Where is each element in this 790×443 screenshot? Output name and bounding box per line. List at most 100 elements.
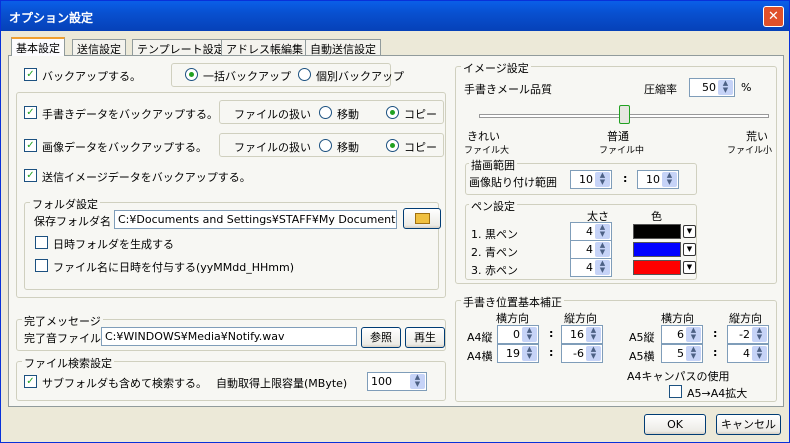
spin-arrows-icon[interactable]: ▲ ▼ bbox=[595, 242, 610, 257]
handwrite-copy-label: コピー bbox=[404, 108, 437, 121]
spin-arrows-icon[interactable]: ▲ ▼ bbox=[522, 346, 537, 361]
a5h-y-value: 4 bbox=[743, 347, 750, 360]
savefolder-input[interactable]: C:¥Documents and Settings¥STAFF¥My Docum… bbox=[114, 210, 397, 229]
spin-arrows-icon[interactable]: ▲ ▼ bbox=[686, 327, 701, 342]
tab-basic[interactable]: 基本設定 bbox=[11, 37, 65, 56]
spin-arrows-icon[interactable]: ▲ ▼ bbox=[410, 374, 425, 389]
a4v-y-value: 16 bbox=[570, 328, 584, 341]
tab-panel: ✓ バックアップする。 一括バックアップ 個別バックアップ ✓ 手書きデータをバ… bbox=[8, 55, 784, 407]
radio-each-backup[interactable] bbox=[298, 68, 311, 81]
close-button[interactable]: ✕ bbox=[763, 6, 784, 27]
image-handling-label: ファイルの扱い bbox=[234, 141, 311, 154]
a5v-label: A5縦 bbox=[629, 331, 655, 344]
a4v-y-spinner[interactable]: 16 ▲ ▼ bbox=[561, 325, 603, 344]
pen-black-label: 1. 黒ペン bbox=[471, 228, 518, 241]
sendimage-checkbox[interactable]: ✓ bbox=[24, 169, 37, 182]
cancel-button[interactable]: キャンセル bbox=[716, 414, 781, 435]
tab-template[interactable]: テンプレート設定 bbox=[132, 39, 230, 56]
pen-black-swatch[interactable] bbox=[633, 224, 681, 239]
ratio-label: 圧縮率 bbox=[644, 83, 677, 96]
image-copy-radio[interactable] bbox=[386, 139, 399, 152]
a4v-label: A4縦 bbox=[467, 331, 493, 344]
paste-spinner-1[interactable]: 10 ▲ ▼ bbox=[570, 170, 612, 189]
spin-arrows-icon[interactable]: ▲ ▼ bbox=[752, 346, 767, 361]
spin-arrows-icon[interactable]: ▲ ▼ bbox=[586, 346, 601, 361]
canvas-label: A4キャンパスの使用 bbox=[627, 370, 730, 383]
spin-arrows-icon[interactable]: ▲ ▼ bbox=[686, 346, 701, 361]
spin-arrows-icon[interactable]: ▲ ▼ bbox=[718, 80, 733, 95]
a5v-x-spinner[interactable]: 6 ▲ ▼ bbox=[661, 325, 703, 344]
ratio-spinner[interactable]: 50 ▲ ▼ bbox=[689, 78, 735, 97]
tab-autosend[interactable]: 自動送信設定 bbox=[305, 39, 381, 56]
tab-send[interactable]: 送信設定 bbox=[72, 39, 126, 56]
pen-group-title: ペン設定 bbox=[469, 198, 517, 214]
normal-sub-label: ファイル中 bbox=[599, 146, 645, 156]
backup-checkbox[interactable]: ✓ bbox=[24, 68, 37, 81]
a5h-x-value: 5 bbox=[677, 347, 684, 360]
a4h-y-spinner[interactable]: -6 ▲ ▼ bbox=[561, 344, 603, 363]
limit-label: 自動取得上限容量(MByte) bbox=[216, 377, 348, 390]
datename-checkbox[interactable] bbox=[35, 259, 48, 272]
pen-black-size[interactable]: 4 ▲ ▼ bbox=[570, 222, 612, 241]
paste-spinner-2[interactable]: 10 ▲ ▼ bbox=[637, 170, 679, 189]
subfolder-label: サブフォルダも含めて検索する。 bbox=[42, 377, 207, 390]
radio-all-backup[interactable] bbox=[185, 68, 198, 81]
soundfile-label: 完了音ファイル bbox=[24, 332, 101, 345]
sendimage-label: 送信イメージデータをバックアップする。 bbox=[42, 171, 251, 184]
pen-blue-size[interactable]: 4 ▲ ▼ bbox=[570, 240, 612, 259]
complete-group-title: 完了メッセージ bbox=[22, 313, 103, 329]
handwrite-checkbox[interactable]: ✓ bbox=[24, 106, 37, 119]
a4v-x-spinner[interactable]: 0 ▲ ▼ bbox=[497, 325, 539, 344]
a4v-separator: : bbox=[549, 327, 554, 340]
pen-blue-swatch[interactable] bbox=[633, 242, 681, 257]
datefolder-label: 日時フォルダを生成する bbox=[53, 238, 174, 251]
spin-arrows-icon[interactable]: ▲ ▼ bbox=[752, 327, 767, 342]
image-move-radio[interactable] bbox=[319, 139, 332, 152]
clean-sub-label: ファイル大 bbox=[464, 146, 510, 156]
a4v-x-value: 0 bbox=[513, 328, 520, 341]
a5h-x-spinner[interactable]: 5 ▲ ▼ bbox=[661, 344, 703, 363]
savefolder-label: 保存フォルダ名 bbox=[34, 215, 111, 228]
spin-arrows-icon[interactable]: ▲ ▼ bbox=[595, 224, 610, 239]
folder-browse-button[interactable] bbox=[403, 208, 441, 229]
spin-arrows-icon[interactable]: ▲ ▼ bbox=[595, 260, 610, 275]
pen-red-size[interactable]: 4 ▲ ▼ bbox=[570, 258, 612, 277]
spin-arrows-icon[interactable]: ▲ ▼ bbox=[662, 172, 677, 187]
quality-slider-thumb[interactable] bbox=[619, 105, 630, 124]
pen-red-size-value: 4 bbox=[586, 261, 593, 274]
subfolder-checkbox[interactable]: ✓ bbox=[24, 375, 37, 388]
a4h-x-spinner[interactable]: 19 ▲ ▼ bbox=[497, 344, 539, 363]
spin-arrows-icon[interactable]: ▲ ▼ bbox=[586, 327, 601, 342]
pen-red-label: 3. 赤ペン bbox=[471, 264, 518, 277]
a5h-separator: : bbox=[713, 346, 718, 359]
a5h-y-spinner[interactable]: 4 ▲ ▼ bbox=[727, 344, 769, 363]
browse-button[interactable]: 参照 bbox=[361, 327, 401, 348]
spin-arrows-icon[interactable]: ▲ ▼ bbox=[522, 327, 537, 342]
correct-h-header-left: 横方向 bbox=[496, 312, 529, 325]
handwrite-move-label: 移動 bbox=[337, 108, 359, 121]
paste-label: 画像貼り付け範囲 bbox=[469, 176, 557, 189]
play-button[interactable]: 再生 bbox=[405, 327, 445, 348]
handwrite-move-radio[interactable] bbox=[319, 106, 332, 119]
image-checkbox[interactable]: ✓ bbox=[24, 139, 37, 152]
correct-v-header-right: 縦方向 bbox=[729, 312, 762, 325]
radio-each-backup-label: 個別バックアップ bbox=[316, 70, 404, 83]
expand-checkbox[interactable] bbox=[669, 385, 682, 398]
datename-label: ファイル名に日時を付与する(yyMMdd_HHmm) bbox=[53, 261, 295, 274]
pen-black-dropdown-icon[interactable]: ▼ bbox=[683, 225, 696, 238]
spin-arrows-icon[interactable]: ▲ ▼ bbox=[595, 172, 610, 187]
a5v-y-spinner[interactable]: -2 ▲ ▼ bbox=[727, 325, 769, 344]
pen-red-swatch[interactable] bbox=[633, 260, 681, 275]
ok-button[interactable]: OK bbox=[644, 414, 706, 435]
correct-group-title: 手書き位置基本補正 bbox=[461, 294, 564, 310]
limit-spinner[interactable]: 100 ▲ ▼ bbox=[367, 372, 427, 391]
tab-addressbook[interactable]: アドレス帳編集 bbox=[221, 39, 308, 56]
pen-blue-dropdown-icon[interactable]: ▼ bbox=[683, 243, 696, 256]
datefolder-checkbox[interactable] bbox=[35, 236, 48, 249]
handwrite-label: 手書きデータをバックアップする。 bbox=[42, 108, 218, 121]
pen-red-dropdown-icon[interactable]: ▼ bbox=[683, 261, 696, 274]
soundfile-input[interactable]: C:¥WINDOWS¥Media¥Notify.wav bbox=[101, 327, 357, 346]
a4h-label: A4横 bbox=[467, 350, 493, 363]
handwrite-copy-radio[interactable] bbox=[386, 106, 399, 119]
rough-label: 荒い bbox=[746, 130, 768, 143]
